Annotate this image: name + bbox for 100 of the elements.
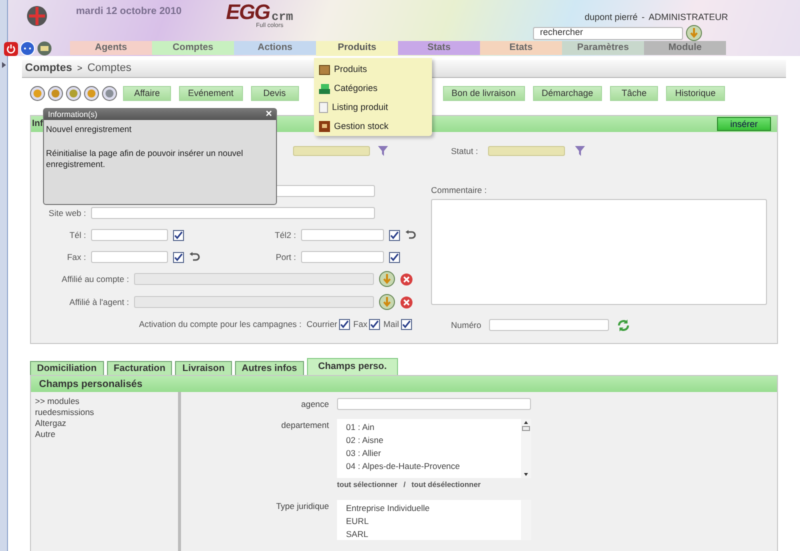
close-button[interactable]: × — [266, 109, 272, 120]
tab[interactable]: Facturation — [106, 361, 172, 375]
dropdown-item[interactable]: Produits — [314, 60, 432, 79]
menu-tab[interactable]: Produits — [316, 41, 398, 56]
list-option[interactable]: 02 : Aisne — [346, 434, 521, 447]
refresh-icon[interactable] — [617, 318, 630, 332]
list-option[interactable]: Entreprise Individuelle — [346, 502, 521, 515]
action-button[interactable]: Historique — [666, 86, 725, 101]
scrollbar[interactable] — [521, 418, 531, 478]
user-name: dupont pierré — [584, 11, 638, 24]
breadcrumb-link[interactable]: Comptes — [25, 60, 72, 77]
list-option[interactable]: EURL — [346, 515, 521, 528]
menu-tab[interactable]: Actions — [234, 41, 316, 55]
checkbox[interactable] — [173, 252, 184, 262]
dropdown-item[interactable]: Gestion stock — [314, 117, 432, 136]
field-label: Statut : — [451, 144, 478, 158]
logo-subtitle: crm — [272, 11, 294, 23]
menu-tab[interactable]: Etats — [480, 41, 562, 55]
undo-arrow-icon[interactable] — [405, 230, 416, 240]
website-field[interactable] — [91, 207, 375, 219]
list-option[interactable]: 04 : Alpes-de-Haute-Provence — [346, 460, 521, 473]
list-option[interactable]: SARL — [346, 528, 521, 541]
tab[interactable]: Domiciliation — [30, 361, 104, 375]
phone-field[interactable] — [301, 229, 384, 241]
expand-arrow-icon[interactable] — [2, 62, 6, 68]
menu-tab[interactable]: Paramètres — [562, 41, 644, 55]
popup-heading: Nouvel enregistrement — [45, 123, 133, 136]
action-button[interactable]: Tâche — [610, 86, 658, 101]
module-item[interactable]: Altergaz — [35, 418, 178, 429]
agent-field[interactable] — [134, 296, 374, 308]
field-label: Affilié au compte : — [60, 272, 129, 286]
panel-title: Inf — [32, 117, 43, 130]
breadcrumb-separator: > — [77, 62, 82, 75]
filter-icon[interactable] — [378, 146, 388, 156]
module-item[interactable]: ruedesmissions — [35, 407, 178, 418]
checkbox[interactable] — [389, 230, 400, 240]
toolbar-round-icon[interactable] — [102, 86, 117, 101]
checkbox[interactable] — [389, 252, 400, 262]
status-field[interactable] — [488, 146, 565, 156]
insert-button[interactable]: insérer — [717, 117, 771, 131]
chat-icon[interactable] — [20, 41, 35, 56]
action-button[interactable]: Démarchage — [532, 86, 602, 101]
menu-tab[interactable]: Comptes — [152, 41, 234, 55]
separator-text: - — [642, 11, 645, 24]
action-button[interactable]: Bon de livraison — [442, 86, 525, 101]
power-icon — [6, 44, 16, 54]
box-icon — [319, 64, 330, 74]
fax-field[interactable] — [91, 251, 168, 263]
field-label: Affilié à l'agent : — [68, 296, 129, 308]
breadcrumb-current: Comptes — [87, 61, 132, 76]
delete-icon[interactable] — [400, 272, 413, 286]
checkbox[interactable] — [401, 318, 412, 330]
field-label: Tél : — [68, 228, 86, 242]
agency-field[interactable] — [337, 398, 531, 410]
tab[interactable]: Champs perso. — [307, 358, 398, 375]
toolbar-round-icon[interactable] — [84, 86, 99, 101]
tab[interactable]: Livraison — [175, 361, 232, 375]
module-item[interactable]: Autre — [35, 429, 178, 440]
type-field[interactable] — [293, 146, 370, 156]
legal-type-listbox[interactable]: Entreprise Individuelle EURL SARL — [337, 500, 531, 540]
checkbox-label: Mail — [383, 318, 400, 330]
field-label: Site web : — [48, 206, 86, 220]
list-option[interactable]: 01 : Ain — [346, 420, 521, 434]
dropdown-item[interactable]: Catégories — [314, 79, 432, 98]
action-button[interactable]: Devis — [250, 86, 299, 101]
undo-arrow-icon[interactable] — [189, 252, 200, 262]
current-date: mardi 12 octobre 2010 — [76, 5, 182, 19]
field-label: agence — [300, 398, 329, 411]
phone-field[interactable] — [91, 229, 168, 241]
filter-icon[interactable] — [574, 146, 585, 156]
field-label: Commentaire : — [431, 184, 488, 197]
dropdown-item[interactable]: Listing produit — [314, 98, 432, 117]
logo-title: EGG — [226, 2, 270, 23]
popup-title: Information(s) — [48, 108, 98, 120]
field-label: Activation du compte pour les campagnes : — [139, 318, 302, 330]
delete-icon[interactable] — [400, 296, 413, 308]
checkbox[interactable] — [173, 230, 184, 240]
checkbox[interactable] — [339, 318, 350, 330]
module-item[interactable]: >> modules — [35, 396, 178, 407]
logo-icon — [26, 4, 48, 28]
mobile-field[interactable] — [301, 251, 384, 263]
toolbar-round-icon[interactable] — [30, 86, 45, 101]
action-button[interactable]: Evénement — [179, 86, 243, 101]
action-button[interactable]: Affaire — [123, 86, 171, 101]
number-field[interactable] — [489, 319, 610, 332]
mail-icon[interactable] — [37, 41, 52, 56]
field-label: Fax : — [66, 250, 86, 264]
safe-icon — [319, 121, 330, 132]
department-listbox[interactable]: 01 : Ain 02 : Aisne 03 : Allier 04 : Alpes-de-Haute-Provence — [337, 418, 531, 478]
toolbar-round-icon[interactable] — [66, 86, 81, 101]
menu-tab[interactable]: Agents — [70, 41, 152, 55]
checkbox[interactable] — [369, 318, 380, 330]
toolbar-round-icon[interactable] — [48, 86, 63, 101]
checkbox-label: Courrier — [306, 318, 338, 330]
field-label: Port : — [274, 250, 296, 264]
list-option[interactable]: 03 : Allier — [346, 446, 521, 460]
search-field[interactable]: rechercher — [533, 26, 683, 40]
tab[interactable]: Autres infos — [234, 361, 304, 375]
account-field[interactable] — [134, 273, 374, 285]
power-button[interactable] — [4, 42, 18, 56]
